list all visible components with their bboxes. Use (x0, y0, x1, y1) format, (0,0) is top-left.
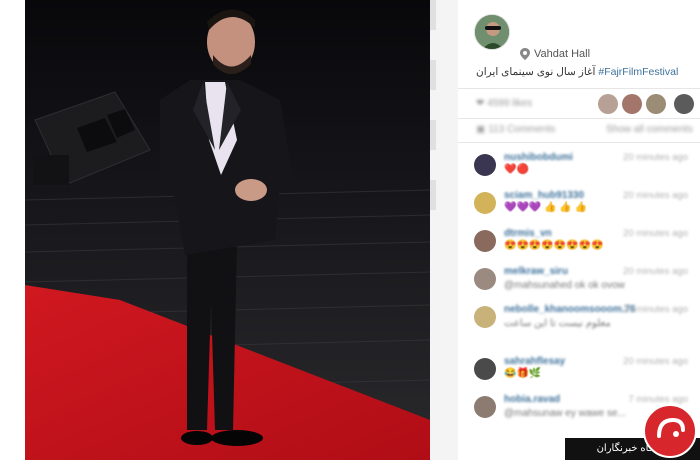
comment-time: 20 minutes ago (623, 356, 688, 367)
comment-text: معلوم نیست تا این ساعت (504, 318, 611, 329)
likes-count[interactable]: ❤ 4599 likes (476, 98, 532, 109)
commenter-name[interactable]: dtrmis_vn (504, 228, 552, 239)
avatar[interactable] (474, 14, 510, 50)
comment-item: sahrahflesay 20 minutes ago 😂🎁🌿 (470, 354, 700, 390)
liker-avatar[interactable] (598, 94, 618, 114)
instagram-post-view: Vahdat Hall آغاز سال نوی سینمای ایران #F… (0, 0, 700, 460)
commenter-avatar[interactable] (474, 154, 496, 176)
commenter-avatar[interactable] (474, 306, 496, 328)
stage-scene (25, 0, 430, 460)
commenter-name[interactable]: nebolle_khanoomsooom.76 (504, 304, 636, 315)
location-pin-icon (520, 48, 530, 60)
commenter-name[interactable]: melkraw_siru (504, 266, 568, 277)
location-label: Vahdat Hall (534, 48, 591, 60)
location-tag[interactable]: Vahdat Hall (520, 48, 590, 60)
commenter-name[interactable]: nushibobdumi (504, 152, 573, 163)
comment-item: nushibobdumi 20 minutes ago ❤️🔴 (470, 150, 700, 186)
comment-emoji: 😍😍😍😍😍😍😍😍 (504, 240, 604, 251)
commenter-name[interactable]: hobia.ravad (504, 394, 560, 405)
comment-time: 20 minutes ago (623, 266, 688, 277)
comment-item: nebolle_khanoomsooom.76 20 minutes ago م… (470, 302, 700, 348)
comment-time: 20 minutes ago (623, 228, 688, 239)
commenter-avatar[interactable] (474, 230, 496, 252)
comment-emoji: ❤️🔴 (504, 164, 529, 175)
post-header: Vahdat Hall آغاز سال نوی سینمای ایران #F… (470, 10, 698, 90)
comment-emoji: 😂🎁🌿 (504, 368, 542, 379)
commenter-avatar[interactable] (474, 396, 496, 418)
comment-time: 20 minutes ago (623, 304, 688, 315)
panel-edge (430, 0, 458, 460)
comment-time: 20 minutes ago (623, 190, 688, 201)
watermark-logo-icon (643, 404, 697, 458)
commenter-avatar[interactable] (474, 268, 496, 290)
liker-avatar[interactable] (646, 94, 666, 114)
comment-item: dtrmis_vn 20 minutes ago 😍😍😍😍😍😍😍😍 (470, 226, 700, 262)
comment-time: 20 minutes ago (623, 152, 688, 163)
divider (458, 118, 700, 119)
commenter-avatar[interactable] (474, 192, 496, 214)
caption-text: آغاز سال نوی سینمای ایران (476, 66, 596, 78)
caption-hashtag[interactable]: #FajrFilmFestival (598, 66, 678, 78)
comment-text: @mahsunahed ok ok ovow (504, 280, 625, 291)
commenter-avatar[interactable] (474, 358, 496, 380)
show-all-comments-link[interactable]: Show all comments (606, 124, 693, 135)
post-photo[interactable] (25, 0, 430, 460)
post-caption: آغاز سال نوی سینمای ایران #FajrFilmFesti… (476, 66, 696, 78)
commenter-name[interactable]: sciam_hub91330 (504, 190, 584, 201)
comments-count: ▣ 113 Comments (476, 124, 556, 135)
liker-avatar[interactable] (674, 94, 694, 114)
commenter-name[interactable]: sahrahflesay (504, 356, 565, 367)
comment-item: melkraw_siru 20 minutes ago @mahsunahed … (470, 264, 700, 300)
comment-item: sciam_hub91330 20 minutes ago 💜💜💜 👍 👍 👍 (470, 188, 700, 224)
watermark: باشگاه خبرنگاران (565, 400, 700, 460)
likes-row: ❤ 4599 likes (470, 94, 700, 116)
divider (458, 142, 700, 143)
comment-emoji: 💜💜💜 👍 👍 👍 (504, 202, 588, 213)
divider (458, 88, 700, 89)
liker-avatar[interactable] (622, 94, 642, 114)
